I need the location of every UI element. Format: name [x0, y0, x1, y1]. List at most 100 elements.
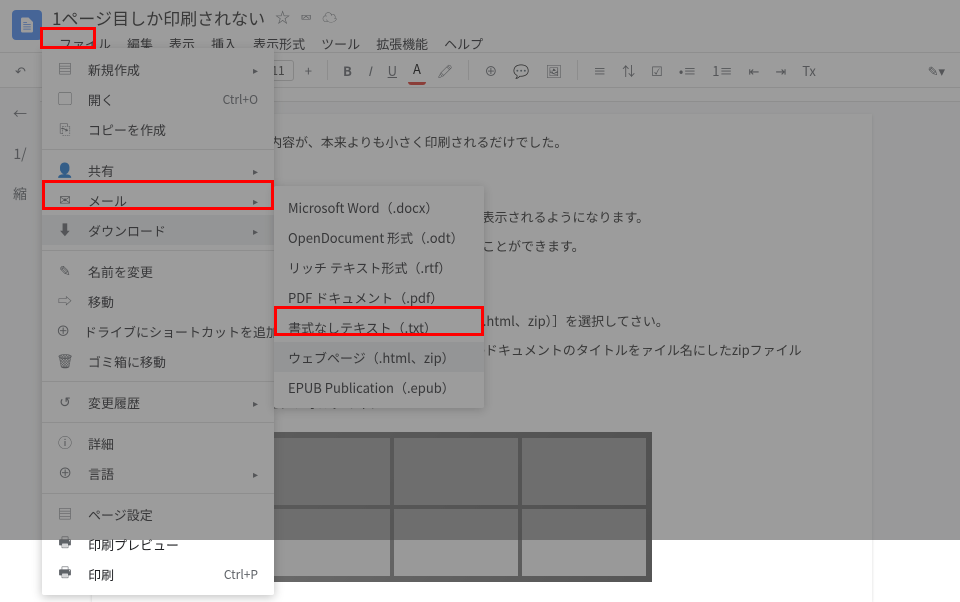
menu-item-icon: 👤	[56, 160, 74, 180]
undo-icon[interactable]: ↶	[10, 57, 31, 84]
download-option-0[interactable]: Microsoft Word（.docx）	[274, 192, 484, 222]
clear-icon[interactable]: Tx	[797, 57, 821, 84]
chevron-right-icon: ▸	[253, 193, 258, 208]
menu-item-icon: ⎘	[56, 119, 74, 139]
file-menu-item-6[interactable]: ⬇ ダウンロード ▸	[42, 215, 274, 245]
menu-item-label: 名前を変更	[88, 262, 258, 281]
outdent-icon[interactable]: ⇤	[743, 57, 764, 84]
file-menu-item-0[interactable]: ▤ 新規作成 ▸	[42, 54, 274, 84]
checklist-icon[interactable]: ☑	[646, 57, 668, 84]
menu-item-icon: ▤	[56, 504, 74, 524]
left-tool-1[interactable]: 1/	[13, 144, 26, 164]
download-submenu: Microsoft Word（.docx） OpenDocument 形式（.od…	[274, 186, 484, 408]
link-icon[interactable]: ⊕	[479, 57, 502, 84]
menu-item-label: 新規作成	[88, 60, 239, 79]
menu-6[interactable]: 拡張機能	[369, 30, 435, 57]
align-icon[interactable]: ≡	[588, 57, 611, 84]
file-menu-item-1[interactable]: ▢ 開く Ctrl+O	[42, 84, 274, 114]
file-menu-item-11[interactable]: 🗑 ゴミ箱に移動	[42, 346, 274, 376]
left-tool-2[interactable]: 縮	[13, 184, 27, 204]
inc-font-icon[interactable]: +	[300, 57, 317, 84]
menu-item-label: PDF ドキュメント（.pdf）	[288, 288, 468, 307]
menu-item-icon: ✉	[56, 190, 74, 210]
download-option-5[interactable]: ウェブページ（.html、zip）	[274, 342, 484, 372]
menu-item-label: ページ設定	[88, 505, 258, 524]
download-option-2[interactable]: リッチ テキスト形式（.rtf）	[274, 252, 484, 282]
file-menu-item-13[interactable]: ↺ 変更履歴 ▸	[42, 387, 274, 417]
indent-icon[interactable]: ⇥	[770, 57, 791, 84]
menu-item-label: ゴミ箱に移動	[88, 352, 258, 371]
menu-shortcut: Ctrl+P	[224, 566, 258, 583]
app-header: 1ページ目しか印刷されない ☆ ⮹ ☁ ファイル編集表示挿入表示形式ツール拡張機…	[0, 0, 960, 52]
file-menu-item-20[interactable]: 🖶 印刷 Ctrl+P	[42, 559, 274, 589]
menu-item-icon: ⊕	[56, 463, 74, 483]
docs-logo[interactable]	[12, 10, 42, 40]
download-option-3[interactable]: PDF ドキュメント（.pdf）	[274, 282, 484, 312]
bold-icon[interactable]: B	[338, 57, 357, 84]
file-menu-item-5[interactable]: ✉メール▸	[42, 185, 274, 215]
download-option-1[interactable]: OpenDocument 形式（.odt）	[274, 222, 484, 252]
menu-item-label: ウェブページ（.html、zip）	[288, 348, 468, 367]
chevron-right-icon: ▸	[253, 466, 258, 481]
highlight-icon[interactable]: 🖍	[432, 57, 459, 84]
bullets-icon[interactable]: •≡	[674, 57, 701, 84]
menu-item-icon: ⬇	[56, 220, 74, 240]
menu-item-icon: 🖶	[56, 562, 74, 586]
chevron-right-icon: ▸	[253, 223, 258, 238]
menu-item-label: 書式なしテキスト（.txt）	[288, 318, 468, 337]
menu-item-icon: 🗑	[56, 351, 74, 371]
menu-item-icon: ▤	[56, 59, 74, 79]
file-menu-item-10[interactable]: ⊕ドライブにショートカットを追加	[42, 316, 274, 346]
edit-mode-icon[interactable]: ✎▾	[923, 57, 950, 84]
doc-title[interactable]: 1ページ目しか印刷されない	[52, 5, 265, 30]
menu-item-label: コピーを作成	[88, 120, 258, 139]
left-tools: ← 1/縮	[0, 88, 40, 540]
file-menu-item-9[interactable]: ⇨移動	[42, 286, 274, 316]
image-icon[interactable]: 🖼	[541, 57, 568, 84]
menu-item-icon: 🖶	[56, 532, 74, 556]
file-menu-item-8[interactable]: ✎ 名前を変更	[42, 256, 274, 286]
menu-item-icon: ↺	[56, 392, 74, 412]
chevron-right-icon: ▸	[253, 395, 258, 410]
menu-item-label: OpenDocument 形式（.odt）	[288, 228, 468, 247]
file-menu-item-16[interactable]: ⊕言語▸	[42, 458, 274, 488]
file-menu: ▤新規作成▸▢開くCtrl+O⎘コピーを作成👤共有▸✉メール▸⬇ダウンロード▸✎…	[42, 48, 274, 595]
menu-5[interactable]: ツール	[314, 30, 367, 57]
menu-item-label: 変更履歴	[88, 393, 239, 412]
italic-icon[interactable]: I	[363, 57, 377, 84]
menu-item-label: ダウンロード	[88, 221, 239, 240]
numbers-icon[interactable]: 1≡	[707, 57, 737, 84]
menu-item-label: 共有	[88, 161, 239, 180]
download-option-6[interactable]: EPUB Publication（.epub）	[274, 372, 484, 402]
menu-7[interactable]: ヘルプ	[437, 30, 490, 57]
menu-item-icon: ▢	[56, 89, 74, 109]
menu-item-icon: ✎	[56, 261, 74, 281]
comment-icon[interactable]: 💬	[508, 57, 534, 84]
file-menu-item-2[interactable]: ⎘ コピーを作成	[42, 114, 274, 144]
cloud-icon[interactable]: ☁	[322, 7, 337, 28]
chevron-right-icon: ▸	[253, 62, 258, 77]
file-menu-item-4[interactable]: 👤 共有 ▸	[42, 155, 274, 185]
download-option-4[interactable]: 書式なしテキスト（.txt）	[274, 312, 484, 342]
menu-item-label: 印刷	[88, 565, 210, 584]
menu-item-label: EPUB Publication（.epub）	[288, 378, 468, 397]
star-icon[interactable]: ☆	[275, 7, 290, 28]
menu-item-label: リッチ テキスト形式（.rtf）	[288, 258, 468, 277]
underline-icon[interactable]: U	[383, 57, 402, 84]
left-tool-0[interactable]: ←	[13, 104, 27, 124]
file-menu-item-15[interactable]: ⓘ 詳細	[42, 428, 274, 458]
menu-item-label: 移動	[88, 292, 258, 311]
menu-item-icon: ⊕	[56, 321, 70, 341]
menu-item-label: ドライブにショートカットを追加	[84, 322, 279, 341]
move-icon[interactable]: ⮹	[300, 7, 312, 28]
menu-item-label: 詳細	[88, 434, 258, 453]
file-menu-item-19[interactable]: 🖶印刷プレビュー	[42, 529, 274, 559]
linesp-icon[interactable]: ⇅	[617, 57, 640, 84]
menu-item-icon: ⓘ	[56, 433, 74, 453]
menu-item-label: 開く	[88, 90, 209, 109]
menu-shortcut: Ctrl+O	[223, 91, 258, 108]
textcolor-icon[interactable]: A	[408, 55, 426, 85]
file-menu-item-18[interactable]: ▤ ページ設定	[42, 499, 274, 529]
menu-item-label: Microsoft Word（.docx）	[288, 198, 468, 217]
chevron-right-icon: ▸	[253, 163, 258, 178]
